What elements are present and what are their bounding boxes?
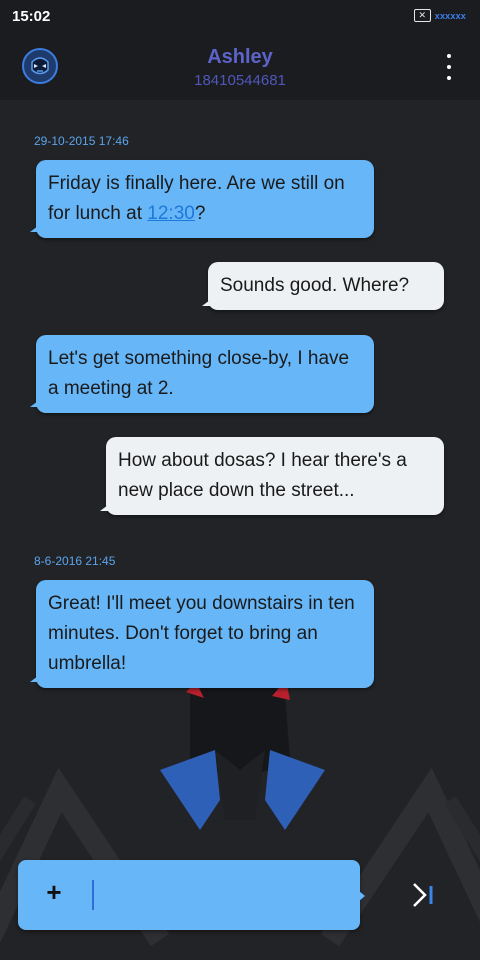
message-incoming[interactable]: Great! I'll meet you downstairs in ten m…	[30, 580, 374, 688]
contact-name[interactable]: Ashley	[0, 46, 480, 69]
message-text: How about dosas? I hear there's a new pl…	[118, 450, 407, 501]
status-time: 15:02	[12, 8, 51, 25]
message-outgoing[interactable]: How about dosas? I hear there's a new pl…	[100, 437, 444, 515]
message-composer: +	[18, 860, 365, 930]
status-bar: 15:02 ✕ xxxxxx	[0, 0, 480, 34]
carrier-label: xxxxxx	[434, 10, 466, 21]
sim-status: ✕ xxxxxx	[413, 9, 466, 22]
sim-x-icon: ✕	[413, 9, 431, 22]
message-text: Sounds good. Where?	[220, 275, 410, 296]
message-text-end: ?	[194, 203, 206, 224]
timestamp: 29-10-2015 17:46	[34, 134, 129, 148]
message-input[interactable]	[92, 880, 350, 910]
timestamp: 8-6-2016 21:45	[34, 554, 116, 568]
message-incoming[interactable]: Let's get something close-by, I have a m…	[30, 335, 374, 413]
message-text: Great! I'll meet you downstairs in ten m…	[48, 593, 355, 674]
send-icon[interactable]	[408, 880, 438, 910]
contact-number: 18410544681	[194, 72, 286, 89]
message-outgoing[interactable]: Sounds good. Where?	[202, 262, 444, 310]
conversation-header: Ashley 18410544681	[0, 34, 480, 100]
time-link[interactable]: 12:30	[147, 203, 195, 224]
attach-button[interactable]: +	[44, 879, 64, 905]
more-vert-icon[interactable]	[444, 54, 454, 80]
message-incoming[interactable]: Friday is finally here. Are we still on …	[30, 160, 374, 238]
message-text: Let's get something close-by, I have a m…	[48, 348, 350, 399]
